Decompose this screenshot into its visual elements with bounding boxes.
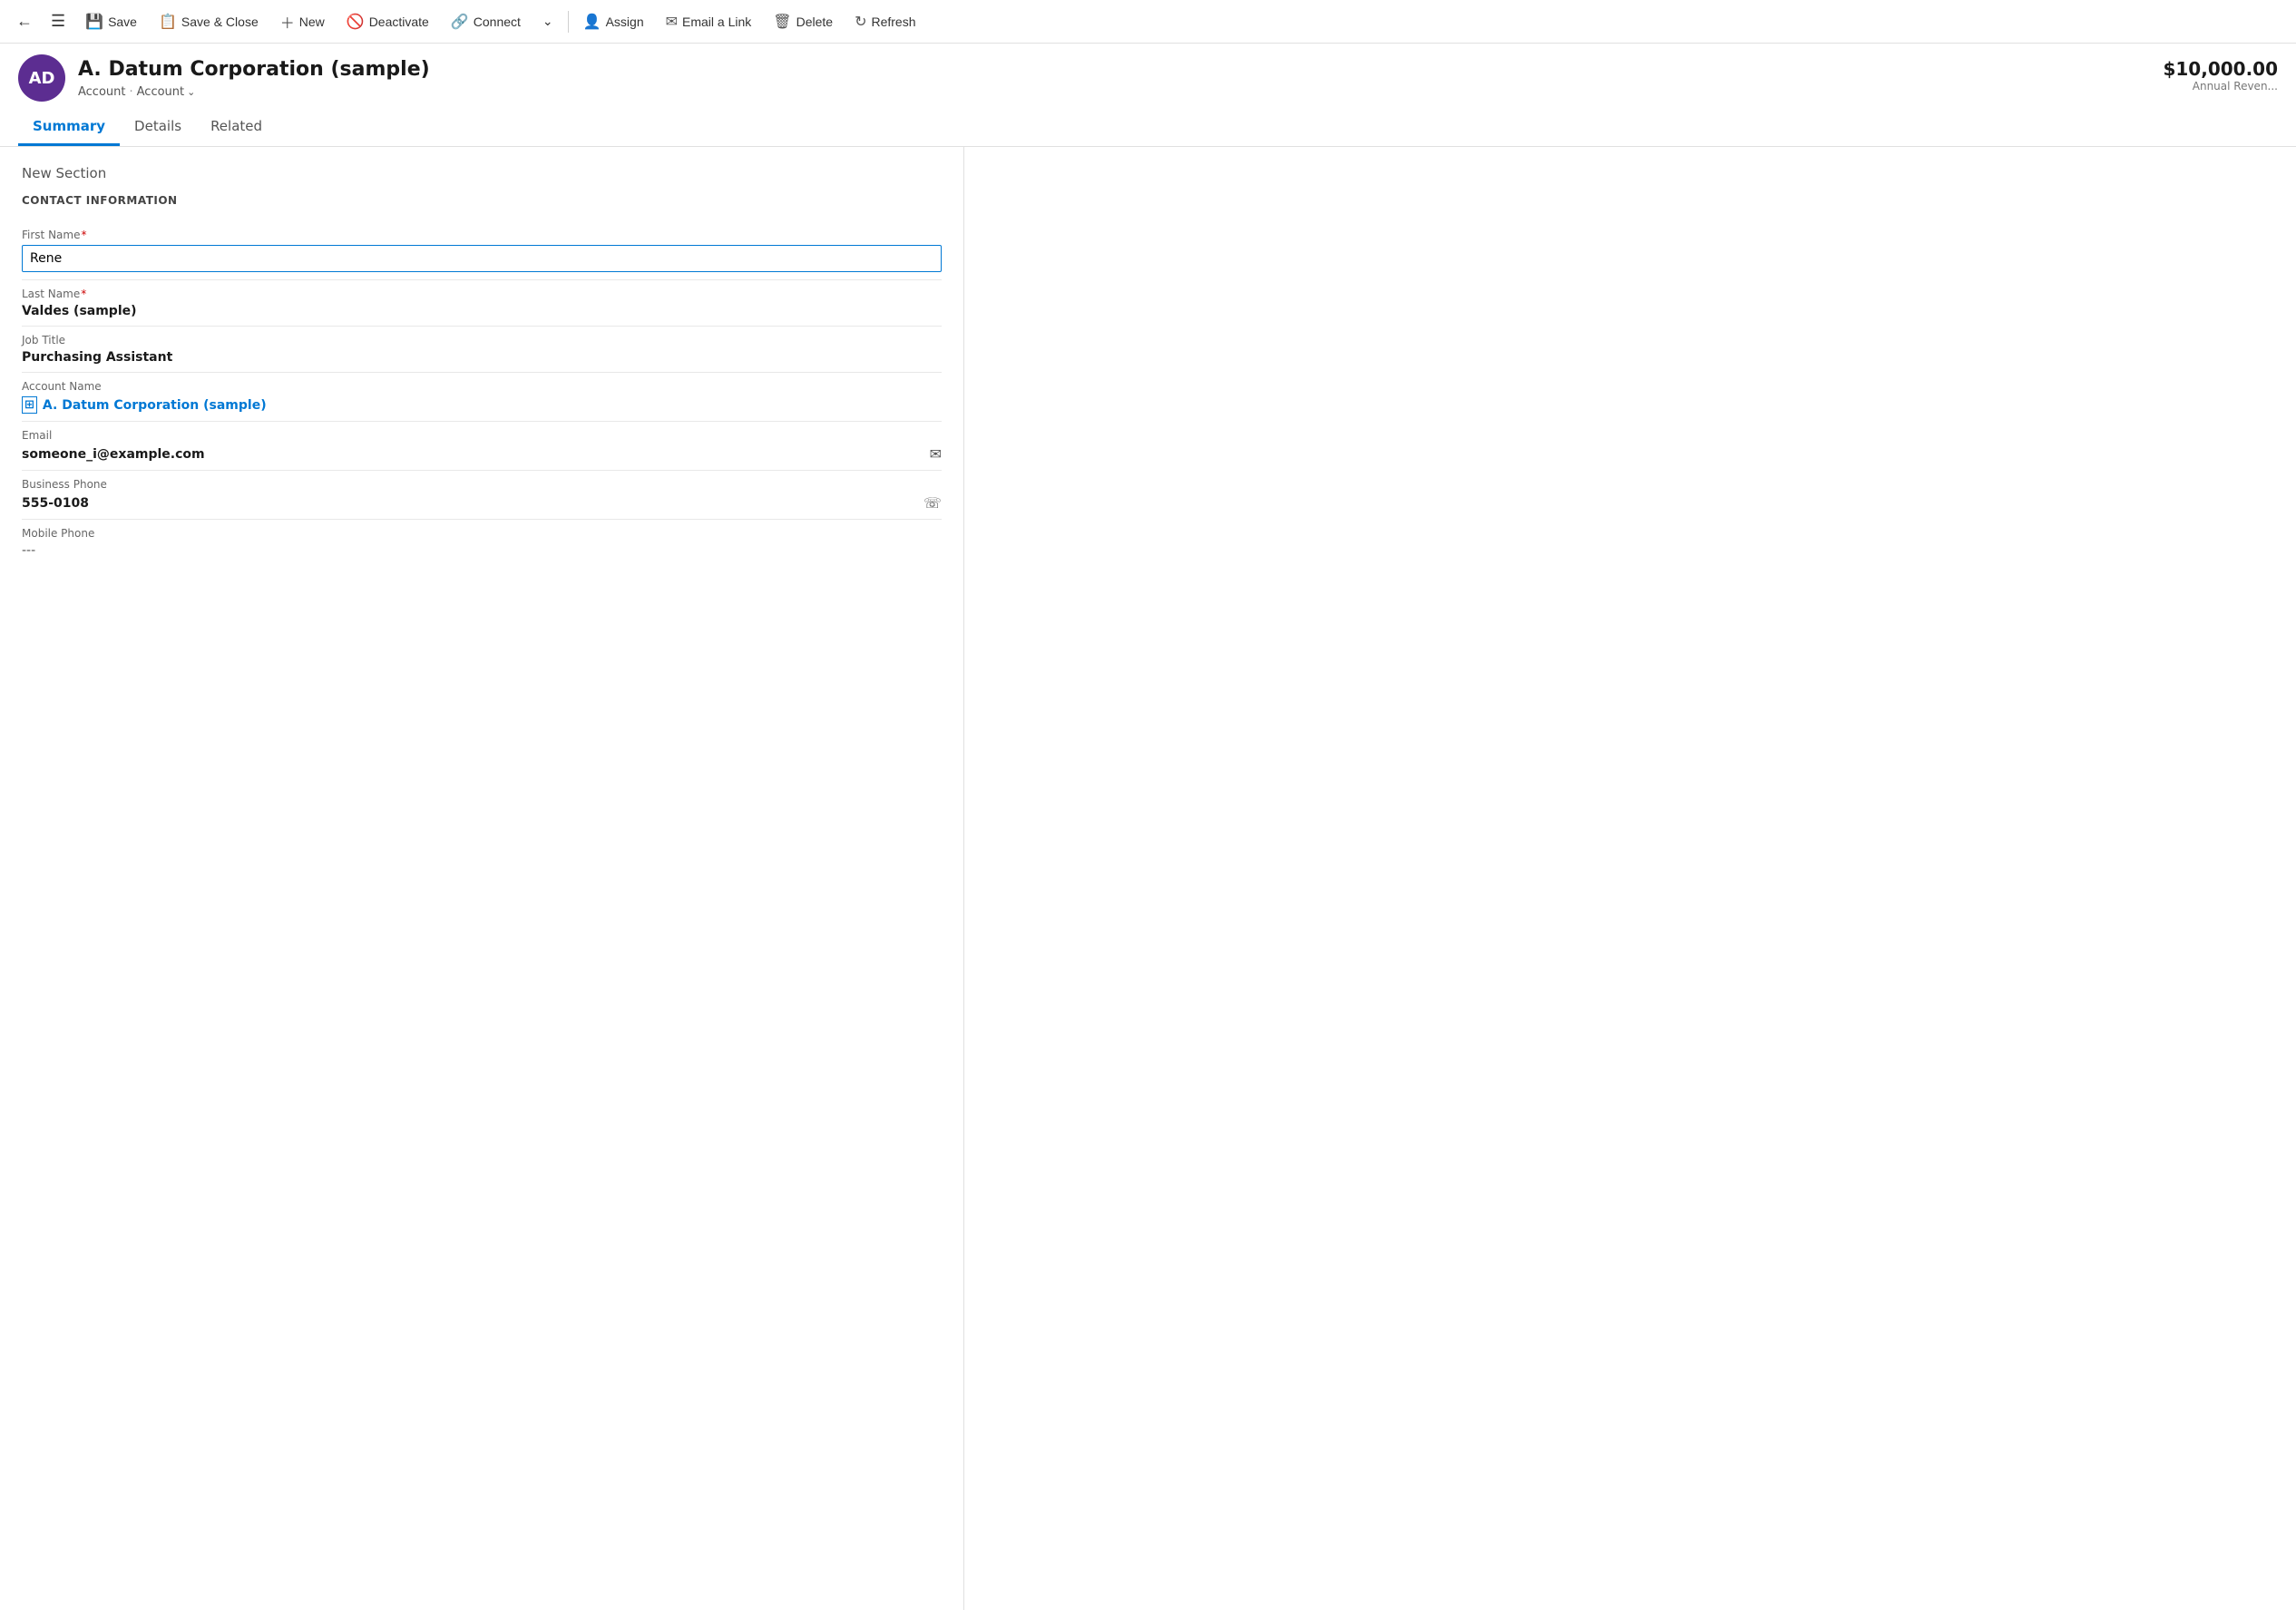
- back-button[interactable]: ←: [7, 0, 42, 43]
- new-icon: ＋: [280, 11, 295, 33]
- record-header-right: $10,000.00 Annual Reven...: [2163, 54, 2278, 93]
- connect-icon: 🔗: [451, 13, 469, 31]
- last-name-required: *: [81, 288, 86, 300]
- contact-info-header: CONTACT INFORMATION: [22, 194, 942, 207]
- record-info: A. Datum Corporation (sample) Account · …: [78, 57, 430, 99]
- breadcrumb2: Account: [137, 85, 185, 99]
- chevron-down-icon: ⌄: [542, 14, 553, 29]
- account-link-icon: ⊞: [22, 396, 37, 414]
- save-close-button[interactable]: 📋 Save & Close: [148, 0, 269, 43]
- job-title-field: Job Title Purchasing Assistant: [22, 327, 942, 373]
- delete-button[interactable]: 🗑 Delete: [762, 0, 844, 43]
- breadcrumb-chevron-icon: ⌄: [187, 86, 195, 98]
- email-link-button[interactable]: ✉ Email a Link: [655, 0, 763, 43]
- left-panel: New Section CONTACT INFORMATION First Na…: [0, 147, 964, 1610]
- contact-fields: First Name* Last Name* Valdes (sample) J…: [22, 221, 942, 565]
- record-subtitle: Account · Account ⌄: [78, 85, 430, 99]
- back-icon: ←: [16, 12, 33, 31]
- email-value[interactable]: someone_i@example.com: [22, 447, 205, 462]
- tab-summary[interactable]: Summary: [18, 109, 120, 146]
- mobile-phone-value[interactable]: ---: [22, 543, 942, 558]
- first-name-required: *: [81, 229, 86, 241]
- breadcrumb1: Account: [78, 85, 126, 99]
- record-header-left: AD A. Datum Corporation (sample) Account…: [18, 54, 430, 102]
- revenue-label: Annual Reven...: [2163, 80, 2278, 93]
- save-button[interactable]: 💾 Save: [74, 0, 148, 43]
- breadcrumb-dot: ·: [130, 85, 133, 99]
- delete-label: Delete: [796, 15, 833, 29]
- refresh-label: Refresh: [871, 15, 915, 29]
- tab-details[interactable]: Details: [120, 109, 196, 146]
- avatar: AD: [18, 54, 65, 102]
- new-label: New: [299, 15, 325, 29]
- save-close-label: Save & Close: [181, 15, 259, 29]
- first-name-label: First Name*: [22, 229, 942, 241]
- business-phone-field: Business Phone 555-0108 ☏: [22, 471, 942, 520]
- deactivate-icon: 🚫: [347, 13, 365, 31]
- tab-related[interactable]: Related: [196, 109, 277, 146]
- record-list-icon: ☰: [51, 12, 65, 31]
- right-panel: [964, 147, 2296, 1610]
- account-name-link[interactable]: ⊞ A. Datum Corporation (sample): [22, 396, 942, 414]
- delete-icon: 🗑: [773, 13, 791, 31]
- email-action-icon[interactable]: ✉: [930, 445, 942, 463]
- new-section-label: New Section: [22, 165, 942, 181]
- email-link-label: Email a Link: [682, 15, 751, 29]
- assign-icon: 👤: [583, 13, 601, 31]
- email-link-icon: ✉: [666, 13, 678, 31]
- email-field: Email someone_i@example.com ✉: [22, 422, 942, 471]
- toolbar: ← ☰ 💾 Save 📋 Save & Close ＋ New 🚫 Deacti…: [0, 0, 2296, 44]
- first-name-input[interactable]: [22, 245, 942, 272]
- toolbar-separator: [568, 11, 569, 33]
- account-name-value: A. Datum Corporation (sample): [43, 398, 267, 413]
- mobile-phone-label: Mobile Phone: [22, 527, 942, 540]
- account-name-field: Account Name ⊞ A. Datum Corporation (sam…: [22, 373, 942, 422]
- phone-icon[interactable]: ☏: [923, 494, 942, 512]
- tabs: Summary Details Related: [0, 109, 2296, 147]
- refresh-button[interactable]: ↻ Refresh: [844, 0, 926, 43]
- deactivate-button[interactable]: 🚫 Deactivate: [336, 0, 440, 43]
- job-title-label: Job Title: [22, 334, 942, 346]
- more-dropdown-button[interactable]: ⌄: [532, 0, 564, 43]
- first-name-field: First Name*: [22, 221, 942, 280]
- save-close-icon: 📋: [159, 13, 177, 31]
- refresh-icon: ↻: [855, 13, 866, 31]
- last-name-label: Last Name*: [22, 288, 942, 300]
- business-phone-with-icon: 555-0108 ☏: [22, 494, 942, 512]
- record-header: AD A. Datum Corporation (sample) Account…: [0, 44, 2296, 102]
- record-title: A. Datum Corporation (sample): [78, 57, 430, 83]
- avatar-initials: AD: [29, 69, 55, 88]
- connect-label: Connect: [474, 15, 521, 29]
- email-field-with-icon: someone_i@example.com ✉: [22, 445, 942, 463]
- mobile-phone-field: Mobile Phone ---: [22, 520, 942, 565]
- connect-button[interactable]: 🔗 Connect: [440, 0, 532, 43]
- save-label: Save: [108, 15, 137, 29]
- revenue-amount: $10,000.00: [2163, 58, 2278, 80]
- assign-label: Assign: [606, 15, 644, 29]
- business-phone-label: Business Phone: [22, 478, 942, 491]
- job-title-value[interactable]: Purchasing Assistant: [22, 350, 942, 365]
- deactivate-label: Deactivate: [369, 15, 429, 29]
- record-icon-button[interactable]: ☰: [42, 0, 74, 43]
- save-icon: 💾: [85, 13, 103, 31]
- main-content: New Section CONTACT INFORMATION First Na…: [0, 147, 2296, 1610]
- breadcrumb2-link[interactable]: Account ⌄: [137, 85, 196, 99]
- last-name-value[interactable]: Valdes (sample): [22, 304, 942, 318]
- new-button[interactable]: ＋ New: [269, 0, 336, 43]
- account-name-label: Account Name: [22, 380, 942, 393]
- email-label: Email: [22, 429, 942, 442]
- assign-button[interactable]: 👤 Assign: [572, 0, 655, 43]
- business-phone-value[interactable]: 555-0108: [22, 496, 89, 511]
- last-name-field: Last Name* Valdes (sample): [22, 280, 942, 327]
